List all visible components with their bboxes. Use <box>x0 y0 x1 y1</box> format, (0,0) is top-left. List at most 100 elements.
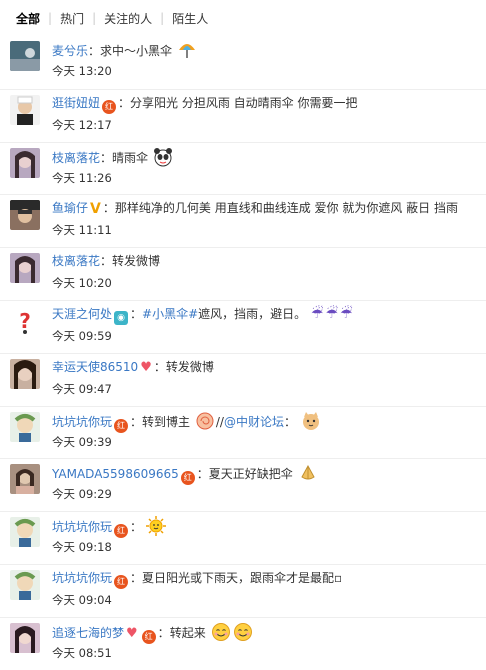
user-name[interactable]: 幸运天使86510 <box>52 360 138 374</box>
comment-text: 夏日阳光或下雨天，跟雨伞才是最配 <box>142 570 335 585</box>
smile-emoji <box>233 622 252 641</box>
tab-hot[interactable]: 热门 <box>52 10 92 27</box>
avatar[interactable] <box>10 200 40 231</box>
timestamp: 今天 10:20 <box>52 276 112 291</box>
comment-line: 麦兮乐：求中～小黑伞 <box>52 40 480 60</box>
colon: ： <box>153 359 166 374</box>
avatar[interactable] <box>10 358 40 389</box>
mention-link[interactable]: @中财论坛 <box>224 415 284 429</box>
avatar[interactable] <box>10 411 40 442</box>
avatar[interactable] <box>10 464 40 495</box>
topic-link[interactable]: #小黑伞# <box>142 307 198 321</box>
comment-line: 坑坑坑你玩红：转到博主 //@中财论坛： <box>52 411 480 433</box>
list-item: 幸运天使86510 ♥ ：转发微博 今天 09:47 <box>0 352 486 406</box>
timestamp: 今天 13:20 <box>52 64 112 78</box>
colon: ： <box>100 150 113 165</box>
comment-line: 枝离落花：转发微博 <box>52 252 480 270</box>
comment-list: 麦兮乐：求中～小黑伞 今天 13:20 逛街妞妞红：分享阳光 分担风雨 自动晴雨… <box>0 36 486 670</box>
red-badge: 红 <box>114 524 129 539</box>
red-badge: 红 <box>102 99 117 114</box>
list-item: 麦兮乐：求中～小黑伞 今天 13:20 <box>0 36 486 89</box>
comment-text: 晴雨伞 <box>112 150 149 165</box>
red-badge: 红 <box>114 574 129 589</box>
prayer-emoji <box>300 465 315 480</box>
comment-line: 枝离落花：晴雨伞 <box>52 147 480 167</box>
comment-line: 鱼瑜仔 V ：那样纯净的几何美 用直线和曲线连成 爱你 就为你遮风 蔽日 挡雨 <box>52 199 480 218</box>
comment-line: 天涯之何处 ◉ ：#小黑伞#遮风，挡雨，避日。 ☔ ☔ ☔ <box>52 305 480 325</box>
user-name[interactable]: 逛街妞妞 <box>52 96 100 110</box>
user-name[interactable]: 枝离落花 <box>52 254 100 268</box>
red-badge: 红 <box>180 471 195 486</box>
comment-text: 转发微博 <box>112 254 161 269</box>
comment-line: YAMADA5598609665 红：夏天正好缺把伞 <box>52 463 480 486</box>
list-item: YAMADA5598609665 红：夏天正好缺把伞 今天 09:29 <box>0 458 486 511</box>
comment-text: 遮风，挡雨，避日。 <box>198 306 307 321</box>
avatar[interactable] <box>10 569 40 600</box>
timestamp: 今天 08:51 <box>52 645 112 660</box>
tab-all[interactable]: 全部 <box>8 10 48 27</box>
colon: ： <box>130 570 143 585</box>
colon: ： <box>130 414 143 429</box>
comment-line: 坑坑坑你玩红：夏日阳光或下雨天，跟雨伞才是最配▫ <box>52 569 480 589</box>
heart-badge: ♥ <box>140 359 152 375</box>
user-name[interactable]: 枝离落花 <box>52 151 100 165</box>
divider-slash: // <box>215 414 224 429</box>
filter-tabs: 全部 | 热门 | 关注的人 | 陌生人 <box>0 0 486 36</box>
list-item: ? 天涯之何处 ◉ ：#小黑伞#遮风，挡雨，避日。 ☔ ☔ ☔ 今天 09:59 <box>0 299 486 353</box>
umbrella-emoji <box>178 44 195 58</box>
timestamp: 今天 09:47 <box>52 381 112 396</box>
comment-line: 幸运天使86510 ♥ ：转发微博 <box>52 358 480 377</box>
red-badge: 红 <box>114 418 129 433</box>
colon: ： <box>130 520 143 535</box>
swirl-emoji <box>196 412 214 430</box>
sun-emoji <box>145 516 166 537</box>
user-name[interactable]: 坑坑坑你玩 <box>52 415 112 429</box>
user-name[interactable]: 鱼瑜仔 <box>52 201 88 215</box>
timestamp: 今天 12:17 <box>52 117 112 132</box>
colon: ： <box>130 306 143 321</box>
timestamp: 今天 11:11 <box>52 223 112 238</box>
comment-line: 追逐七海的梦 ♥ 红：转起来 <box>52 622 480 644</box>
avatar[interactable]: ? <box>10 305 40 336</box>
cat-emoji <box>302 411 319 430</box>
comment-text: 转发微博 <box>165 359 214 374</box>
timestamp: 今天 09:04 <box>52 592 112 607</box>
timestamp: 今天 09:59 <box>52 328 112 343</box>
colon: ： <box>100 254 113 269</box>
list-item: 坑坑坑你玩红： 今天 09:18 <box>0 511 486 564</box>
comment-line: 逛街妞妞红：分享阳光 分担风雨 自动晴雨伞 你需要一把 <box>52 94 480 114</box>
avatar[interactable] <box>10 622 40 653</box>
avatar[interactable] <box>10 94 40 125</box>
user-name[interactable]: 坑坑坑你玩 <box>52 571 112 585</box>
svg-text:?: ? <box>19 309 31 333</box>
avatar[interactable] <box>10 253 40 284</box>
user-name[interactable]: 坑坑坑你玩 <box>52 520 112 534</box>
timestamp: 今天 09:29 <box>52 487 112 502</box>
colon: ： <box>88 44 101 58</box>
list-item: 鱼瑜仔 V ：那样纯净的几何美 用直线和曲线连成 爱你 就为你遮风 蔽日 挡雨 今天… <box>0 194 486 247</box>
missing-glyph: ▫ <box>334 570 343 585</box>
rainy-umbrella-emoji: ☔ <box>311 305 324 322</box>
tab-following[interactable]: 关注的人 <box>96 10 160 27</box>
user-name[interactable]: 追逐七海的梦 <box>52 626 124 640</box>
list-item: 枝离落花：转发微博 今天 10:20 <box>0 247 486 300</box>
colon: ： <box>196 467 209 482</box>
timestamp: 今天 09:39 <box>52 434 112 449</box>
timestamp: 今天 09:18 <box>52 540 112 555</box>
comment-text: 求中～小黑伞 <box>100 44 173 58</box>
avatar[interactable] <box>10 41 40 71</box>
colon: ： <box>157 625 170 640</box>
list-item: 枝离落花：晴雨伞 今天 11:26 <box>0 141 486 195</box>
colon: ： <box>102 201 115 216</box>
user-name[interactable]: YAMADA5598609665 <box>52 467 179 481</box>
rainy-umbrella-emoji: ☔ <box>340 305 353 322</box>
avatar[interactable] <box>10 517 40 548</box>
list-item: 坑坑坑你玩红：转到博主 //@中财论坛： 今天 09:39 <box>0 405 486 459</box>
tab-strangers[interactable]: 陌生人 <box>164 10 216 27</box>
avatar[interactable] <box>10 147 40 178</box>
user-name[interactable]: 天涯之何处 <box>52 307 112 321</box>
comment-text: 那样纯净的几何美 用直线和曲线连成 爱你 就为你遮风 蔽日 挡雨 <box>114 201 458 216</box>
user-name[interactable]: 麦兮乐 <box>52 44 88 58</box>
smile-emoji <box>211 622 230 641</box>
comment-text: 夏天正好缺把伞 <box>208 467 293 482</box>
